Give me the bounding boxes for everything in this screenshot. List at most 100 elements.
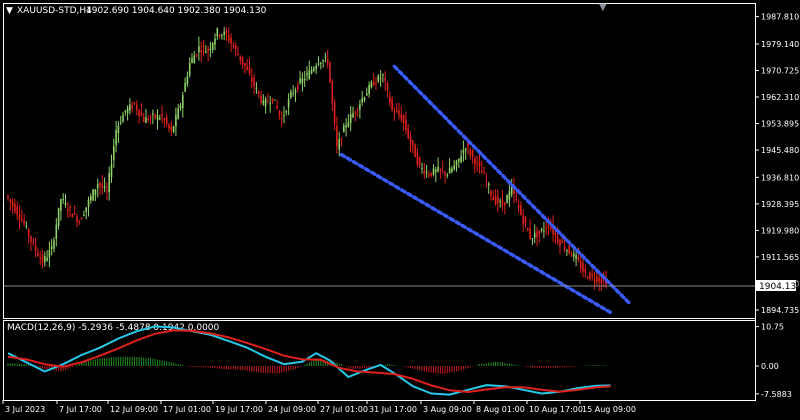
candle-body [421, 167, 423, 169]
scroll-marker-icon[interactable]: ▼ [599, 2, 607, 13]
time-tick-label: 15 Aug 09:00 [582, 405, 636, 414]
candle-body [182, 95, 184, 108]
candle-body [437, 166, 439, 172]
price-tick-label: 1945.480 [761, 146, 799, 155]
candle-body [257, 91, 260, 94]
candle-body [400, 114, 403, 120]
candle-body [349, 114, 352, 124]
candle-body [345, 124, 347, 128]
candle-body [303, 79, 306, 81]
candle-body [223, 31, 225, 35]
candle-body [30, 236, 32, 242]
macd-signal-line [7, 329, 611, 393]
candle-body [317, 63, 320, 65]
candle-body [386, 83, 389, 90]
candle-body [133, 102, 136, 104]
price-tick-label: 1970.725 [761, 66, 799, 75]
candle-body [62, 199, 64, 201]
candle-body [198, 46, 200, 53]
candle-body [14, 203, 16, 212]
candle-body [221, 34, 223, 36]
candle-body [589, 272, 591, 279]
price-tick-label: 1962.310 [761, 93, 799, 102]
time-tick-label: 8 Aug 01:00 [476, 405, 525, 414]
candle-body [520, 205, 522, 215]
candle-body [550, 226, 552, 229]
candle-body [280, 118, 283, 120]
candle-body [92, 189, 94, 201]
candle-body [170, 126, 173, 131]
candle-body [352, 113, 354, 118]
candle-body [462, 150, 465, 153]
chart-menu-triangle-icon[interactable]: ▼ [6, 6, 13, 16]
candle-body [414, 144, 416, 158]
candle-body [103, 186, 106, 189]
candle-body [253, 77, 255, 87]
candle-body [237, 53, 239, 56]
candle-body [492, 197, 495, 201]
candle-body [271, 98, 274, 102]
time-tick-label: 24 Jul 09:00 [268, 405, 316, 414]
candle-body [432, 168, 435, 175]
candle-body [308, 70, 311, 79]
candle-body [234, 44, 237, 50]
candle-body [67, 208, 69, 211]
candle-body [283, 115, 285, 117]
candle-body [446, 174, 449, 176]
candle-body [554, 232, 557, 236]
candle-body [545, 227, 547, 229]
candle-body [39, 257, 41, 259]
candle-body [126, 107, 129, 114]
candle-body [34, 245, 37, 251]
price-tick-label: 1919.980 [761, 226, 799, 235]
candle-body [377, 75, 380, 82]
candle-body [27, 229, 30, 237]
candle-body [255, 87, 258, 89]
candle-body [359, 104, 361, 110]
candle-body [177, 108, 179, 119]
candle-body [216, 28, 219, 37]
time-axis: 3 Jul 2023 7 Jul 17:00 12 Jul 09:00 17 Jul … [2, 400, 636, 414]
candle-body [94, 189, 97, 195]
candle-body [563, 246, 566, 250]
candle-body [527, 228, 529, 231]
candle-body [324, 56, 327, 58]
candle-body [453, 165, 455, 170]
candle-body [186, 76, 189, 85]
candle-body [384, 77, 386, 82]
candle-body [251, 77, 253, 82]
price-tick-label: 1911.565 [761, 253, 799, 262]
candle-body [568, 245, 570, 254]
candle-body [448, 168, 451, 174]
candle-body [264, 99, 267, 107]
candle-body [175, 115, 177, 127]
candle-body [559, 239, 561, 247]
candle-body [326, 59, 329, 63]
chart-canvas[interactable]: ▼ XAUUSD-STD,H4 1902.690 1904.640 1902.3… [0, 0, 800, 420]
candle-body [244, 62, 246, 67]
macd-tick-label: -7.5883 [761, 390, 792, 399]
time-tick-label: 27 Jul 01:00 [320, 405, 368, 414]
candle-body [444, 171, 446, 175]
candle-body [543, 230, 545, 232]
candle-body [25, 225, 28, 227]
candle-body [501, 199, 504, 206]
time-tick-label: 12 Jul 09:00 [110, 405, 158, 414]
candle-body [540, 229, 543, 231]
candle-body [458, 158, 460, 162]
candle-body [294, 90, 297, 93]
candle-body [389, 96, 391, 104]
candle-body [69, 207, 71, 209]
candle-body [329, 62, 331, 83]
candle-body [485, 180, 488, 182]
descending-channel[interactable] [339, 64, 631, 316]
channel-upper-line [392, 64, 631, 305]
candle-body [524, 216, 527, 224]
candle-body [575, 255, 577, 259]
candle-body [248, 67, 251, 74]
candle-body [471, 150, 474, 157]
trading-chart[interactable]: ▼ XAUUSD-STD,H4 1902.690 1904.640 1902.3… [0, 0, 800, 420]
candle-body [593, 279, 596, 281]
candle-body [536, 231, 538, 238]
candle-body [287, 99, 290, 108]
